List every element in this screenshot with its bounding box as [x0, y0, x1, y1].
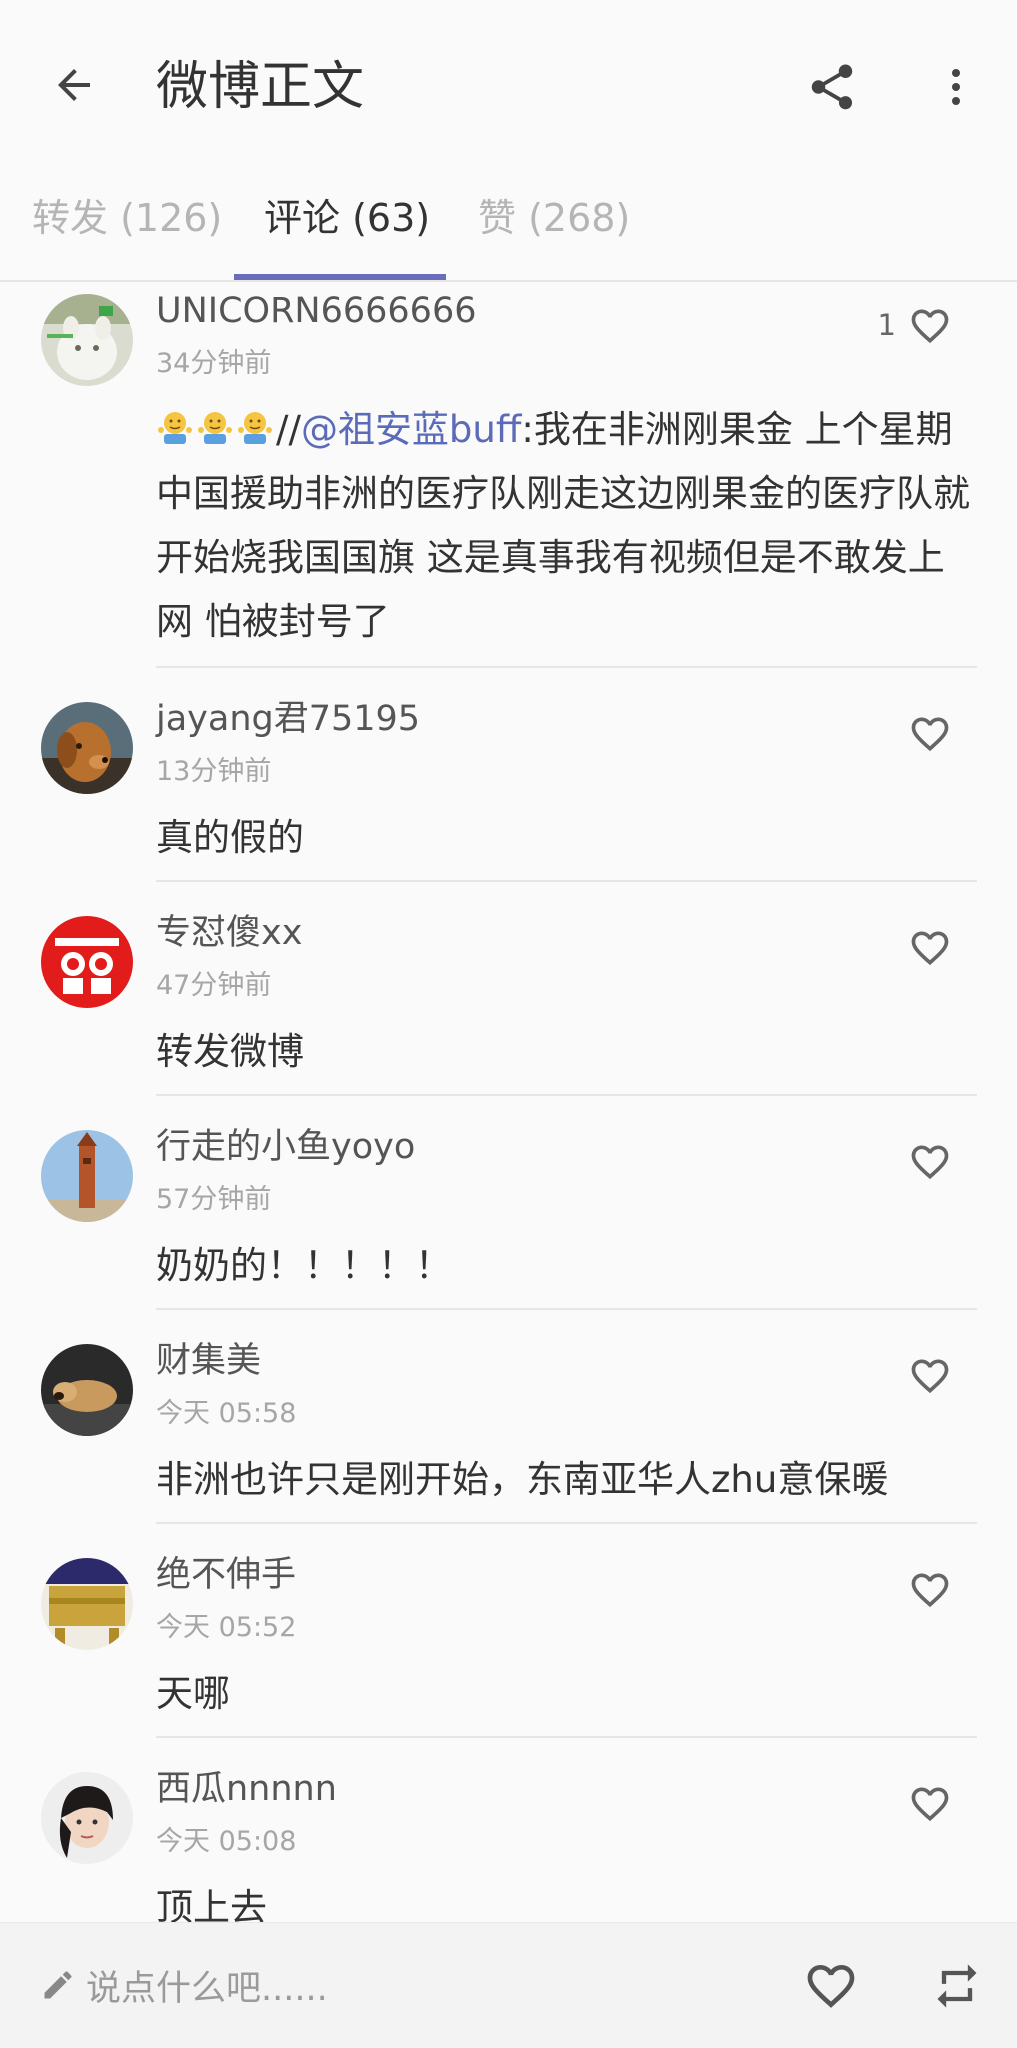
like-count: 1	[877, 308, 896, 342]
comment-content: //@祖安蓝buff:我在非洲刚果金 上个星期中国援助非洲的医疗队刚走这边刚果金…	[156, 398, 976, 654]
avatar[interactable]	[41, 1130, 133, 1222]
tab-reposts[interactable]: 转发 (126)	[32, 188, 222, 248]
like-button[interactable]	[900, 1134, 960, 1190]
heart-icon	[807, 1965, 855, 2008]
tab-comments[interactable]: 评论 (63)	[264, 188, 430, 248]
pencil-icon	[44, 1971, 72, 1999]
comment-time: 今天 05:08	[156, 1826, 297, 1857]
comment-item: 西瓜nnnnn 今天 05:08 顶上去	[0, 1766, 1017, 1922]
avatar[interactable]	[41, 1558, 133, 1650]
repost-icon	[937, 1964, 977, 2008]
comment-item: jayang君75195 13分钟前 真的假的	[0, 696, 1017, 910]
back-button[interactable]	[42, 50, 106, 120]
comment-author[interactable]: 绝不伸手	[156, 1552, 296, 1598]
shrug-emoji-icon	[198, 412, 232, 444]
comment-author[interactable]: 行走的小鱼yoyo	[156, 1124, 415, 1170]
divider	[156, 666, 977, 668]
heart-outline-icon	[911, 1359, 949, 1394]
comment-author[interactable]: 西瓜nnnnn	[156, 1766, 337, 1812]
comment-author[interactable]: UNICORN6666666	[156, 288, 477, 334]
divider	[156, 1522, 977, 1524]
divider	[156, 1094, 977, 1096]
share-icon	[811, 64, 853, 110]
comment-author[interactable]: 财集美	[156, 1338, 261, 1384]
page-title: 微博正文	[156, 57, 365, 117]
comment-item: UNICORN6666666 34分钟前 1 //@祖安蓝buff:我在非洲刚果…	[0, 288, 1017, 668]
comment-item: 绝不伸手 今天 05:52 天哪	[0, 1552, 1017, 1766]
comment-text: 转发微博	[156, 1030, 304, 1073]
like-button[interactable]	[900, 1348, 960, 1404]
like-button[interactable]	[900, 1562, 960, 1618]
heart-outline-icon	[911, 1145, 949, 1180]
comment-text: 非洲也许只是刚开始，东南亚华人zhu意保暖	[156, 1458, 889, 1501]
avatar[interactable]	[41, 1344, 133, 1436]
tab-active-indicator	[234, 274, 446, 280]
comment-text: 顶上去	[156, 1886, 267, 1922]
comment-input[interactable]: 说点什么吧......	[40, 1953, 328, 2017]
like-post-button[interactable]	[800, 1955, 862, 2017]
like-button[interactable]	[900, 920, 960, 976]
like-button[interactable]	[900, 706, 960, 762]
avatar[interactable]	[41, 1772, 133, 1864]
more-options-button[interactable]	[928, 52, 984, 122]
divider	[156, 880, 977, 882]
heart-outline-icon	[911, 1787, 949, 1822]
toolbar: 微博正文	[0, 0, 1017, 170]
comment-time: 57分钟前	[156, 1184, 272, 1215]
like-button[interactable]	[900, 298, 960, 354]
arrow-back-icon	[58, 69, 90, 101]
heart-outline-icon	[911, 931, 949, 966]
tab-likes[interactable]: 赞 (268)	[478, 188, 630, 248]
comment-time: 今天 05:58	[156, 1398, 297, 1429]
comment-text: 天哪	[156, 1672, 230, 1715]
avatar[interactable]	[41, 916, 133, 1008]
avatar[interactable]	[41, 702, 133, 794]
heart-outline-icon	[911, 309, 949, 344]
avatar[interactable]	[41, 294, 133, 386]
divider	[156, 1308, 977, 1310]
shrug-emoji-icon	[238, 412, 272, 444]
comment-input-placeholder: 说点什么吧......	[86, 1968, 328, 2009]
comment-text-prefix: //	[276, 408, 301, 451]
shrug-emoji-icon	[158, 412, 192, 444]
bottom-bar: 说点什么吧......	[0, 1922, 1017, 2048]
comment-item: 财集美 今天 05:58 非洲也许只是刚开始，东南亚华人zhu意保暖	[0, 1338, 1017, 1552]
comment-item: 行走的小鱼yoyo 57分钟前 奶奶的！！！！！	[0, 1124, 1017, 1338]
comment-time: 47分钟前	[156, 970, 272, 1001]
more-vertical-icon	[952, 69, 960, 105]
comment-list[interactable]: UNICORN6666666 34分钟前 1 //@祖安蓝buff:我在非洲刚果…	[0, 282, 1017, 1922]
comment-text: 奶奶的！！！！！	[156, 1244, 452, 1287]
comment-author[interactable]: jayang君75195	[156, 696, 420, 742]
mention-link[interactable]: @祖安蓝buff	[301, 408, 521, 451]
comment-time: 34分钟前	[156, 348, 272, 379]
repost-button[interactable]	[926, 1955, 988, 2017]
heart-outline-icon	[911, 1573, 949, 1608]
tab-bar: 转发 (126) 评论 (63) 赞 (268)	[0, 170, 1017, 282]
comment-author[interactable]: 专怼傻xx	[156, 910, 302, 956]
comment-text: 真的假的	[156, 816, 304, 859]
comment-time: 13分钟前	[156, 756, 272, 787]
share-button[interactable]	[800, 52, 864, 122]
comment-item: 专怼傻xx 47分钟前 转发微博	[0, 910, 1017, 1124]
like-button[interactable]	[900, 1776, 960, 1832]
divider	[156, 1736, 977, 1738]
comment-time: 今天 05:52	[156, 1612, 297, 1643]
heart-outline-icon	[911, 717, 949, 752]
